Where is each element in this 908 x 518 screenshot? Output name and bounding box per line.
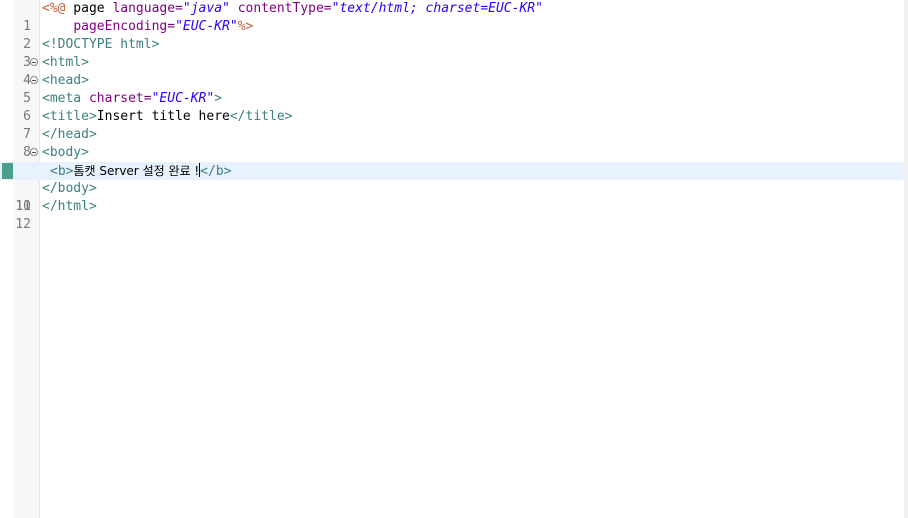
html-tag: </title> (229, 109, 293, 124)
code-line-5[interactable]: 5 <head> (0, 72, 904, 106)
text-content: Insert title here (96, 109, 230, 124)
code-content[interactable]: <!DOCTYPE html> (42, 36, 159, 54)
line-number: 12 (15, 217, 31, 232)
change-marker-icon (2, 163, 13, 179)
code-content[interactable]: <title>Insert title here</title> (42, 108, 292, 126)
attr-value: "text/html; charset=EUC-KR" (331, 1, 543, 16)
directive-name: page (65, 1, 113, 16)
code-content[interactable]: <b>톰캣 Server 설정 완료 !</b> (50, 162, 231, 181)
code-line-8[interactable]: 8 </head> (0, 126, 904, 160)
code-content[interactable]: </head> (42, 126, 97, 144)
fold-toggle-icon[interactable] (30, 76, 38, 84)
code-content[interactable]: <%@ page language="java" contentType="te… (42, 0, 543, 18)
attr-value: "EUC-KR" (151, 91, 215, 106)
code-content[interactable]: </body> (42, 180, 97, 198)
html-tag: <html> (42, 55, 89, 70)
code-line-2[interactable]: 2 pageEncoding="EUC-KR"%> (0, 18, 904, 52)
code-line-10[interactable]: 10 <b>톰캣 Server 설정 완료 !</b> (0, 162, 904, 214)
code-content[interactable]: <meta charset="EUC-KR"> (42, 90, 222, 108)
code-content[interactable]: pageEncoding="EUC-KR"%> (42, 18, 253, 36)
html-tag: <head> (42, 73, 89, 88)
code-line-12[interactable]: 12 </html> (0, 198, 904, 232)
html-tag: </body> (42, 181, 97, 196)
attr-value: "java" (182, 1, 230, 16)
code-editor[interactable]: 1 <%@ page language="java" contentType="… (0, 0, 908, 518)
html-tag: <b> (50, 164, 74, 179)
doctype: <!DOCTYPE html> (42, 37, 160, 52)
html-tag: <body> (42, 145, 89, 160)
text-content: ! (190, 164, 200, 178)
text-content: 설정 완료 (142, 164, 191, 178)
code-line-3[interactable]: 3 <!DOCTYPE html> (0, 36, 904, 70)
html-tag: </b> (200, 164, 232, 179)
jsp-directive-close: %> (237, 19, 254, 34)
attr-value: "EUC-KR" (175, 19, 238, 34)
code-lines[interactable]: 1 <%@ page language="java" contentType="… (0, 0, 904, 232)
fold-toggle-icon[interactable] (30, 148, 38, 156)
code-line-11[interactable]: 11 </body> (0, 180, 904, 214)
code-line-4[interactable]: 4 <html> (0, 54, 904, 88)
html-tag: </html> (42, 199, 97, 214)
text-content: 톰캣 (73, 164, 96, 178)
text-content: Server (95, 164, 143, 178)
code-line-1[interactable]: 1 <%@ page language="java" contentType="… (0, 0, 904, 34)
code-content[interactable]: </html> (42, 198, 97, 216)
attr-name: language= (112, 1, 183, 16)
overview-ruler (904, 0, 908, 518)
code-line-6[interactable]: 6 <meta charset="EUC-KR"> (0, 90, 904, 124)
code-line-7[interactable]: 7 <title>Insert title here</title> (0, 108, 904, 142)
html-tag: > (214, 91, 223, 106)
html-tag: <title> (42, 109, 97, 124)
code-content[interactable]: <html> (42, 54, 89, 72)
attr-name: charset= (88, 91, 152, 106)
jsp-directive-open: <%@ (42, 1, 66, 16)
html-tag: </head> (42, 127, 97, 142)
code-content[interactable]: <body> (42, 144, 89, 162)
code-line-9[interactable]: 9 <body> (0, 144, 904, 178)
code-content[interactable]: <head> (42, 72, 89, 90)
attr-name: contentType= (237, 1, 332, 16)
html-tag: <meta (42, 91, 89, 106)
fold-toggle-icon[interactable] (30, 58, 38, 66)
attr-name: pageEncoding= (73, 19, 176, 34)
